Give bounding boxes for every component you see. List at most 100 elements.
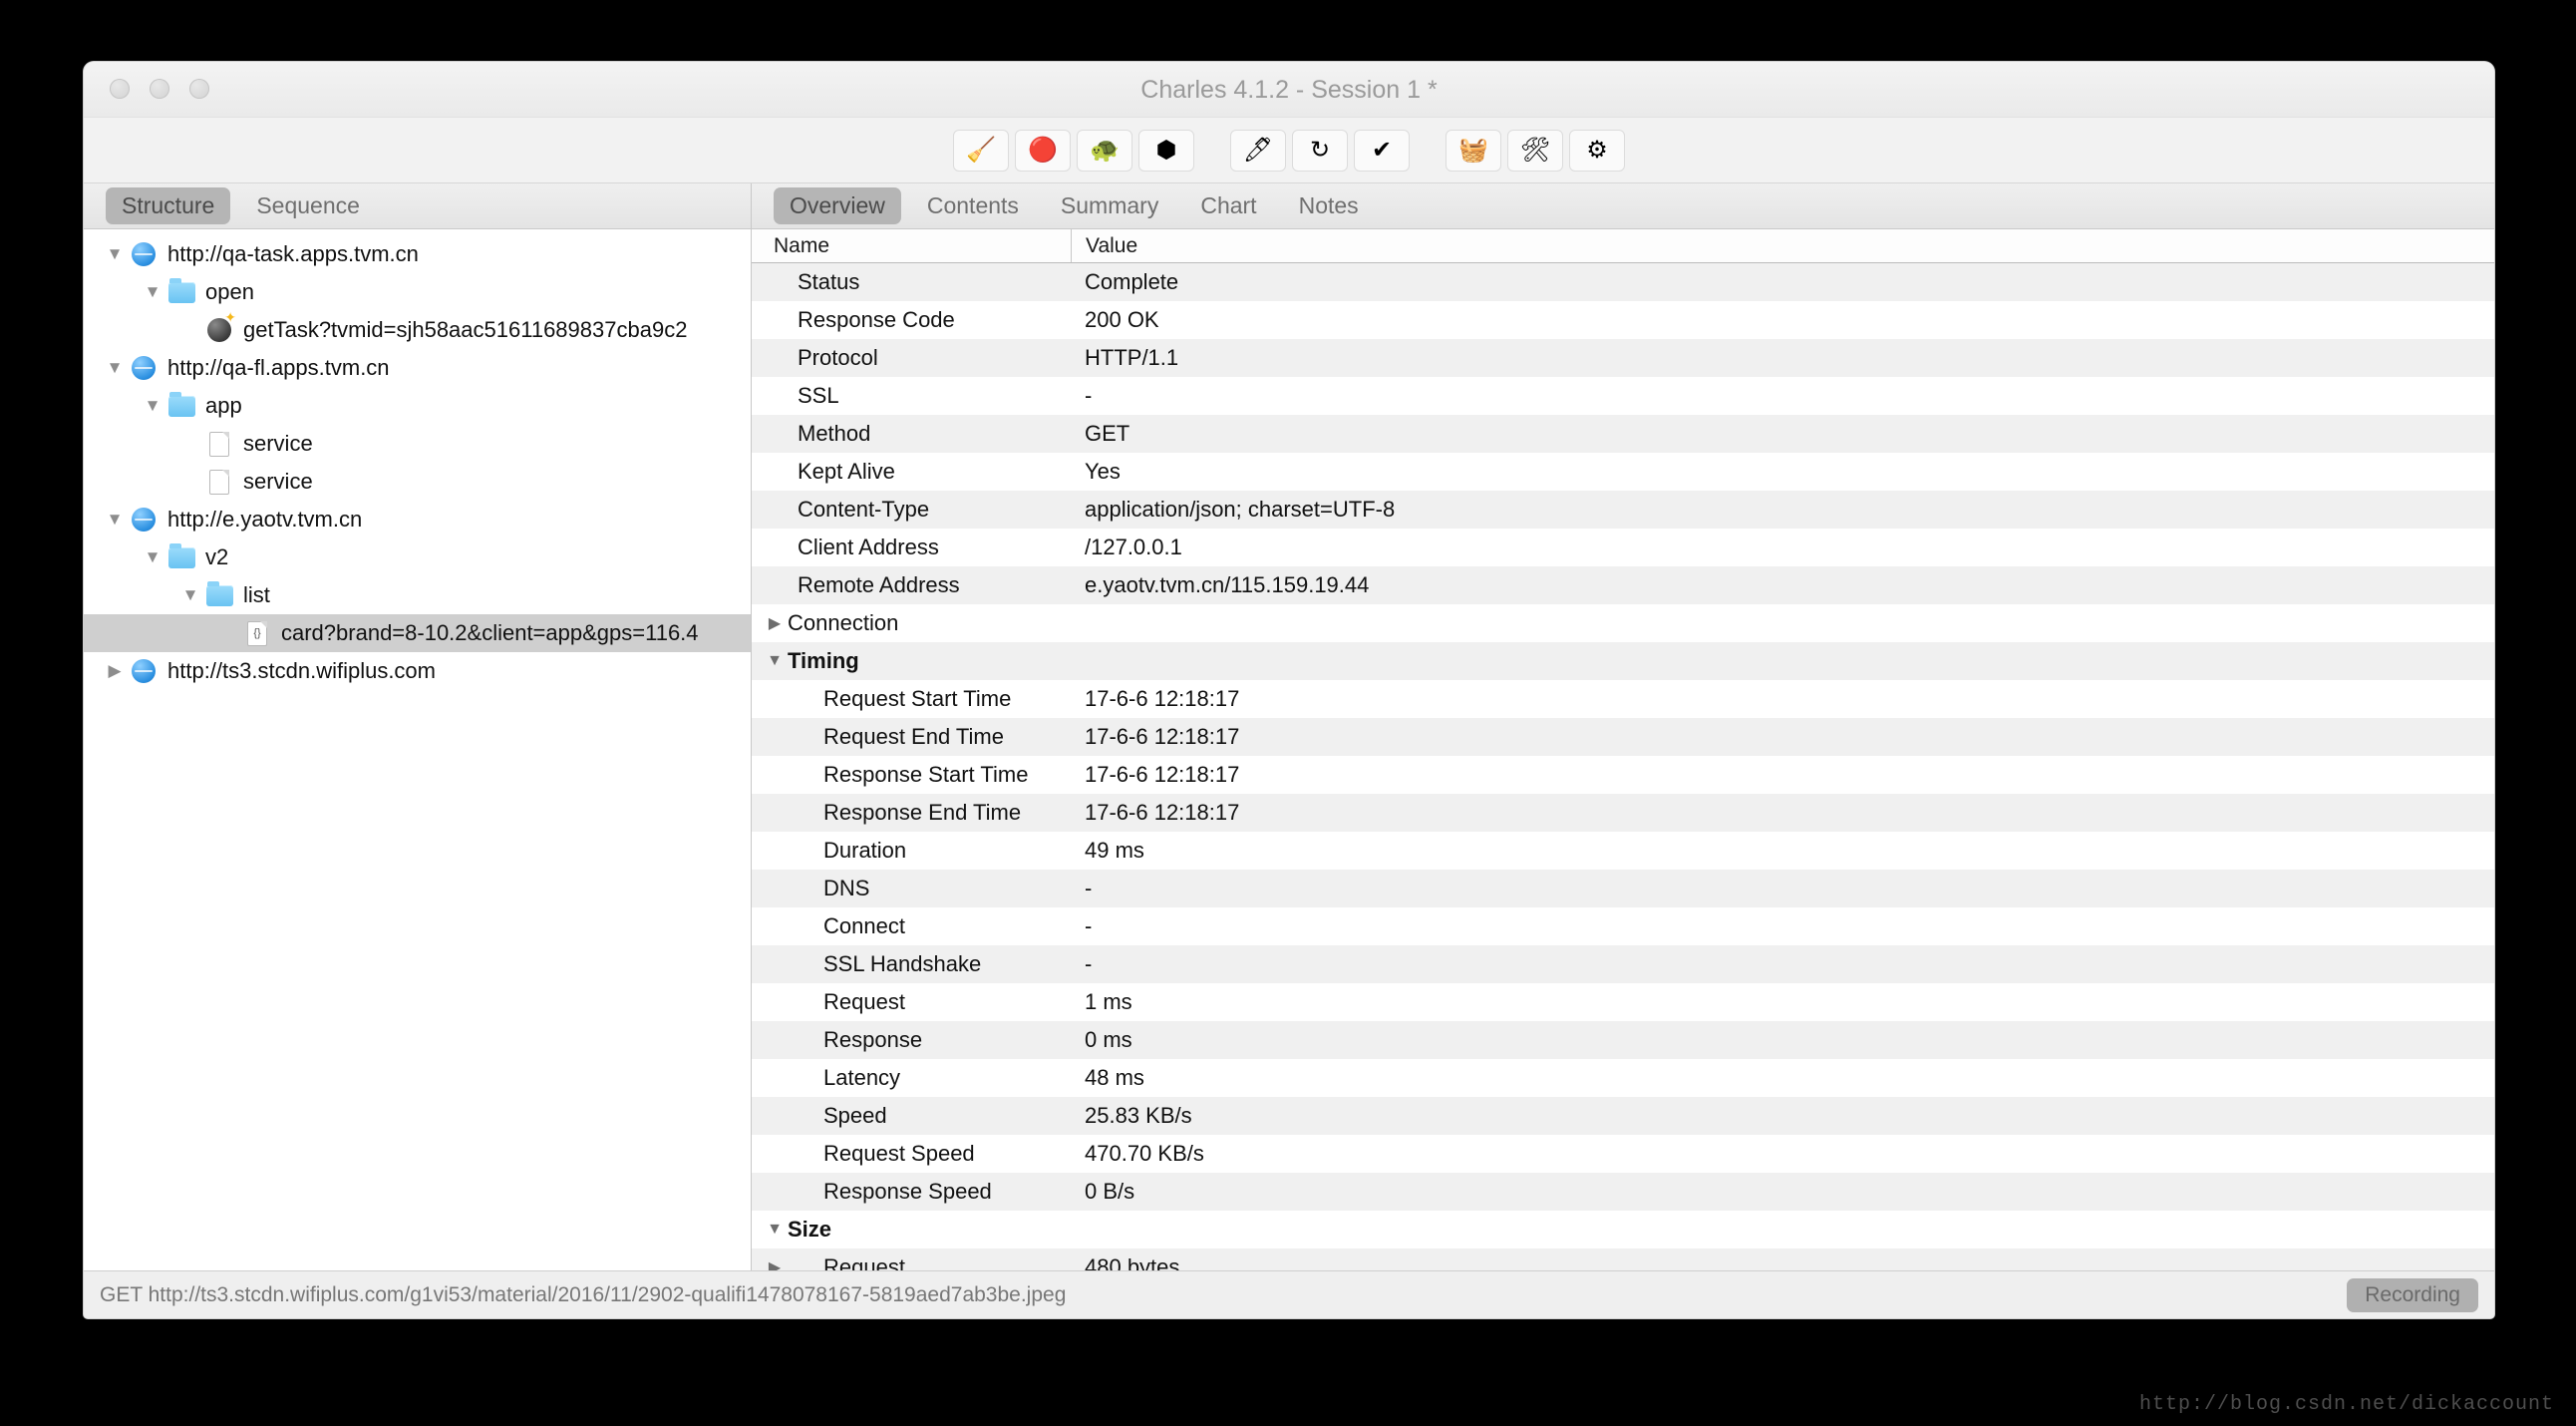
- tree-row[interactable]: ▼ app: [84, 387, 751, 425]
- chevron-down-icon[interactable]: ▼: [762, 652, 788, 670]
- detail-row-label: Protocol: [798, 345, 878, 370]
- chevron-down-icon[interactable]: ▼: [762, 1221, 788, 1239]
- repeat-button[interactable]: ↻: [1292, 129, 1348, 172]
- detail-row[interactable]: ▶ Response End Time 17-6-6 12:18:17: [752, 794, 2494, 832]
- detail-row[interactable]: ▼ Timing: [752, 642, 2494, 680]
- tree-row[interactable]: ▶ http://ts3.stcdn.wifiplus.com: [84, 652, 751, 690]
- chevron-right-icon[interactable]: ▶: [102, 661, 128, 681]
- tab-chart[interactable]: Chart: [1184, 187, 1272, 224]
- tree-row-label: http://e.yaotv.tvm.cn: [167, 507, 363, 532]
- tree-row[interactable]: ▼ open: [84, 273, 751, 311]
- basket-icon: 🧺: [1458, 136, 1488, 164]
- recording-badge[interactable]: Recording: [2347, 1277, 2478, 1312]
- clear-button[interactable]: 🧹: [953, 129, 1009, 172]
- tree-row[interactable]: ▶ service: [84, 463, 751, 501]
- chevron-down-icon[interactable]: ▼: [140, 547, 165, 567]
- tab-sequence[interactable]: Sequence: [240, 187, 376, 224]
- detail-row[interactable]: ▶ DNS -: [752, 870, 2494, 907]
- detail-row-label: Request Start Time: [823, 686, 1012, 711]
- detail-row[interactable]: ▶ Request 1 ms: [752, 983, 2494, 1021]
- chevron-right-icon[interactable]: ▶: [762, 1257, 788, 1270]
- tree-row[interactable]: ▼ http://qa-fl.apps.tvm.cn: [84, 349, 751, 387]
- record-icon: 🔴: [1028, 136, 1058, 164]
- globe-icon: [128, 242, 160, 266]
- tree-row-label: service: [243, 431, 313, 456]
- detail-row[interactable]: ▶ Response 0 ms: [752, 1021, 2494, 1059]
- tab-structure[interactable]: Structure: [106, 187, 231, 224]
- pen-icon: 🖊: [1242, 136, 1274, 164]
- detail-row[interactable]: ▶ Latency 48 ms: [752, 1059, 2494, 1097]
- tree-row-label: getTask?tvmid=sjh58aac51611689837cba9c2: [243, 317, 688, 342]
- detail-row[interactable]: ▶ Response Speed 0 B/s: [752, 1173, 2494, 1211]
- detail-row[interactable]: ▶ Request Speed 470.70 KB/s: [752, 1135, 2494, 1173]
- detail-row[interactable]: ▶ Kept Alive Yes: [752, 453, 2494, 491]
- column-header-value[interactable]: Value: [1071, 229, 2494, 262]
- tree-row[interactable]: ▼ http://e.yaotv.tvm.cn: [84, 501, 751, 538]
- detail-row[interactable]: ▶ Remote Address e.yaotv.tvm.cn/115.159.19…: [752, 566, 2494, 604]
- chevron-down-icon[interactable]: ▼: [102, 510, 128, 530]
- record-button[interactable]: 🔴: [1015, 129, 1071, 172]
- tab-notes[interactable]: Notes: [1283, 187, 1375, 224]
- column-header-name[interactable]: Name: [752, 234, 1071, 258]
- tab-overview[interactable]: Overview: [774, 187, 901, 224]
- chevron-down-icon: ▶: [762, 954, 788, 974]
- detail-row-name-cell: ▼ Timing: [752, 648, 1071, 674]
- validate-button[interactable]: ✔: [1354, 129, 1410, 172]
- detail-row[interactable]: ▶ Response Start Time 17-6-6 12:18:17: [752, 756, 2494, 794]
- detail-row[interactable]: ▶ Duration 49 ms: [752, 832, 2494, 870]
- tools-icon: 🛠: [1519, 136, 1551, 164]
- tab-summary[interactable]: Summary: [1045, 187, 1174, 224]
- detail-row[interactable]: ▶ Protocol HTTP/1.1: [752, 339, 2494, 377]
- tree-row[interactable]: ▶{} card?brand=8-10.2&client=app&gps=116.…: [84, 614, 751, 652]
- detail-table-body[interactable]: ▶ Status Complete ▶ Response Code 200 OK ▶ Prot…: [752, 263, 2494, 1270]
- settings-button[interactable]: ⚙: [1569, 129, 1625, 172]
- breakpoints-button[interactable]: ⬢: [1138, 129, 1194, 172]
- chevron-down-icon: ▶: [762, 424, 788, 444]
- tree-row[interactable]: ▼ v2: [84, 538, 751, 576]
- chevron-down-icon[interactable]: ▼: [177, 585, 203, 605]
- chevron-right-icon[interactable]: ▶: [762, 613, 788, 633]
- detail-row-label: Connect: [823, 913, 905, 938]
- chevron-down-icon[interactable]: ▼: [140, 282, 165, 302]
- chevron-down-icon[interactable]: ▼: [102, 244, 128, 264]
- tools-button[interactable]: 🛠: [1507, 129, 1563, 172]
- detail-row[interactable]: ▶ Content-Type application/json; charset=U…: [752, 491, 2494, 529]
- session-tree[interactable]: ▼http://qa-task.apps.tvm.cn▼open ▶ getTask…: [84, 229, 751, 1270]
- detail-row[interactable]: ▶ Client Address/127.0.0.1: [752, 529, 2494, 566]
- detail-row[interactable]: ▶ SSL Handshake -: [752, 945, 2494, 983]
- detail-row[interactable]: ▶ Speed 25.83 KB/s: [752, 1097, 2494, 1135]
- chevron-down-icon: ▶: [177, 434, 203, 454]
- chevron-down-icon: ▶: [762, 1068, 788, 1088]
- detail-row-value: 49 ms: [1085, 838, 1144, 863]
- tree-row[interactable]: ▶ service: [84, 425, 751, 463]
- detail-row[interactable]: ▶ Status Complete: [752, 263, 2494, 301]
- tree-row[interactable]: ▼ http://qa-task.apps.tvm.cn: [84, 235, 751, 273]
- chevron-down-icon: ▶: [762, 348, 788, 368]
- folder-icon: [165, 391, 197, 417]
- detail-row-label: Response Start Time: [823, 762, 1029, 787]
- tree-row[interactable]: ▼ list: [84, 576, 751, 614]
- tree-row[interactable]: ▶ getTask?tvmid=sjh58aac51611689837cba9c2: [84, 309, 751, 349]
- detail-row[interactable]: ▶ Response Code 200 OK: [752, 301, 2494, 339]
- tools-basket-button[interactable]: 🧺: [1446, 129, 1501, 172]
- detail-row[interactable]: ▶ Request 480 bytes: [752, 1248, 2494, 1270]
- structure-pane: Structure Sequence ▼ http://qa-task.apps.t…: [84, 183, 752, 1270]
- detail-row[interactable]: ▶ Method GET: [752, 415, 2494, 453]
- tab-contents[interactable]: Contents: [911, 187, 1035, 224]
- detail-row[interactable]: ▶ Request Start Time 17-6-6 12:18:17: [752, 680, 2494, 718]
- chevron-down-icon[interactable]: ▼: [140, 396, 165, 416]
- detail-row[interactable]: ▶ Connect -: [752, 907, 2494, 945]
- detail-row[interactable]: ▶ Connection: [752, 604, 2494, 642]
- chevron-down-icon[interactable]: ▼: [102, 358, 128, 378]
- compose-button[interactable]: 🖊: [1230, 129, 1286, 172]
- detail-row[interactable]: ▶ SSL -: [752, 377, 2494, 415]
- throttle-button[interactable]: 🐢: [1077, 129, 1132, 172]
- chevron-down-icon: ▶: [762, 310, 788, 330]
- detail-row-name-cell: ▶ Response Speed: [752, 1179, 1071, 1205]
- detail-row[interactable]: ▼ Size: [752, 1211, 2494, 1248]
- detail-row[interactable]: ▶ Request End Time 17-6-6 12:18:17: [752, 718, 2494, 756]
- chevron-down-icon: ▶: [762, 386, 788, 406]
- chevron-down-icon: ▶: [177, 320, 203, 340]
- chevron-down-icon: ▶: [762, 537, 788, 557]
- detail-row-label: Remote Address: [798, 572, 960, 597]
